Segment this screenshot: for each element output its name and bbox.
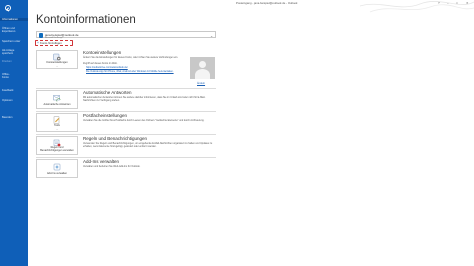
backstage-nav: Informationen Öffnen und Exportieren Spe… bbox=[0, 0, 28, 266]
nav-item-als-anlage-speichern[interactable]: Als Anlage speichern bbox=[2, 49, 27, 55]
section-title: Kontoeinstellungen bbox=[83, 50, 122, 55]
chevron-down-icon: ⌄ bbox=[210, 33, 213, 38]
chevron-down-icon: ⌄ bbox=[55, 65, 59, 69]
section-text: Verwalten und beziehen Sie Web-Add-Ins f… bbox=[83, 165, 141, 168]
automatic-replies-icon bbox=[53, 95, 61, 102]
add-account-button[interactable]: Konto hinzufügen bbox=[35, 40, 73, 46]
help-icon[interactable]: ? bbox=[438, 1, 440, 5]
nav-item-informationen[interactable]: Informationen bbox=[0, 18, 28, 22]
account-type: Microsoft Exchange bbox=[45, 36, 63, 39]
tile-label: Automatische Antworten bbox=[43, 103, 71, 107]
tools-icon bbox=[53, 116, 60, 124]
automatic-replies-tile[interactable]: Automatische Antworten bbox=[36, 90, 78, 109]
section-title: Add-Ins verwalten bbox=[83, 159, 120, 164]
account-settings-tile[interactable]: Kontoeinstellungen ⌄ bbox=[36, 50, 78, 69]
nav-item-speichern-unter[interactable]: Speichern unter bbox=[2, 40, 27, 43]
nav-item-feedback[interactable]: Feedback bbox=[2, 89, 27, 92]
nav-item-oeffnen-exportieren[interactable]: Öffnen und Exportieren bbox=[2, 27, 27, 33]
nav-item-office-konto[interactable]: Office- Konto bbox=[2, 73, 27, 79]
maximize-button[interactable]: □ bbox=[456, 1, 458, 5]
nav-item-drucken[interactable]: Drucken bbox=[2, 60, 27, 63]
nav-item-optionen[interactable]: Optionen bbox=[2, 99, 27, 102]
minimize-button[interactable]: – bbox=[447, 1, 449, 5]
divider bbox=[36, 111, 216, 112]
section-text: Verwalten Sie die Größe Ihres Postfachs … bbox=[83, 119, 205, 122]
section-text: Verwenden Sie Regeln und Benachrichtigun… bbox=[83, 142, 213, 149]
section-text: Mit automatischen Antworten können Sie a… bbox=[83, 96, 206, 103]
section-title: Regeln und Benachrichtigungen bbox=[83, 136, 148, 141]
account-settings-icon bbox=[53, 53, 61, 61]
account-dropdown[interactable]: jana.beispiel@outlook.de Microsoft Excha… bbox=[36, 31, 216, 39]
back-arrow-icon[interactable] bbox=[5, 5, 11, 11]
owa-link[interactable]: https://outlook.live.com/owa/outlook.de/ bbox=[86, 66, 128, 69]
tile-label: Regeln und Benachrichtigungen verwalten bbox=[40, 146, 74, 153]
close-button[interactable]: ✕ bbox=[466, 1, 469, 5]
manage-addins-tile[interactable]: Add-Ins verwalten bbox=[36, 159, 78, 178]
divider bbox=[36, 157, 216, 158]
window-title: Posteingang - jana.beispiel@outlook.de -… bbox=[236, 1, 298, 5]
chevron-down-icon: ⌄ bbox=[55, 128, 59, 132]
profile-picture bbox=[190, 57, 215, 79]
section-title: Postfacheinstellungen bbox=[83, 113, 128, 118]
mobile-app-link[interactable]: Die Outlook-App für iPhone, iPad, Androi… bbox=[86, 70, 174, 73]
addins-icon bbox=[53, 163, 61, 171]
exchange-account-icon bbox=[38, 33, 43, 38]
rules-alerts-tile[interactable]: Regeln und Benachrichtigungen verwalten bbox=[36, 136, 78, 155]
section-title: Automatische Antworten bbox=[83, 90, 132, 95]
page-title: Kontoinformationen bbox=[36, 14, 136, 26]
tile-label: Add-Ins verwalten bbox=[46, 172, 67, 176]
nav-item-beenden[interactable]: Beenden bbox=[2, 116, 27, 119]
divider bbox=[36, 88, 216, 89]
change-profile-picture-link[interactable]: Ändern bbox=[197, 82, 205, 85]
divider bbox=[36, 134, 216, 135]
tools-tile[interactable]: Tools ⌄ bbox=[36, 113, 78, 132]
